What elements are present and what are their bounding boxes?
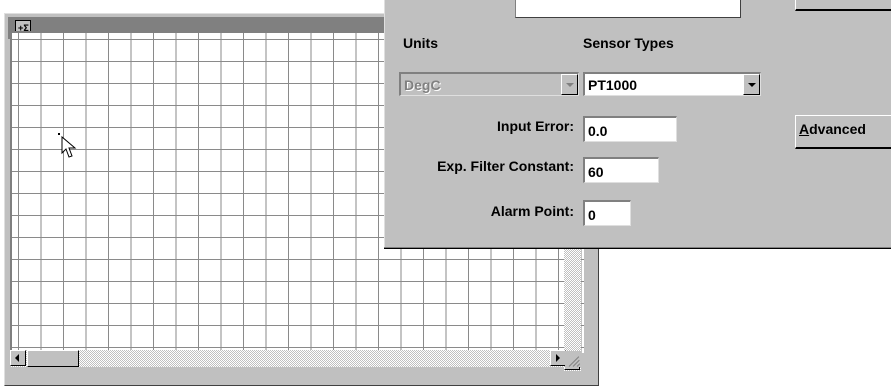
top-text-box bbox=[515, 0, 741, 18]
scroll-right-button[interactable] bbox=[550, 350, 566, 366]
units-select: DegC bbox=[399, 72, 579, 96]
chevron-right-icon bbox=[556, 354, 560, 362]
chevron-left-icon bbox=[15, 354, 19, 362]
advanced-button[interactable]: Advanced bbox=[795, 115, 891, 149]
units-label: Units bbox=[403, 35, 438, 51]
chevron-down-icon[interactable] bbox=[743, 74, 760, 95]
advanced-button-label: dvanced bbox=[809, 121, 866, 137]
input-error-label: Input Error: bbox=[497, 118, 574, 134]
alarm-point-field[interactable]: 0 bbox=[583, 200, 631, 226]
sensor-types-label: Sensor Types bbox=[583, 35, 674, 51]
sensor-type-select[interactable]: PT1000 bbox=[583, 72, 761, 96]
horizontal-scrollbar[interactable] bbox=[10, 350, 566, 367]
horizontal-scroll-thumb[interactable] bbox=[27, 350, 79, 367]
sensor-config-panel: Units Sensor Types DegC PT1000 Input Err… bbox=[384, 0, 891, 247]
filter-constant-label: Exp. Filter Constant: bbox=[437, 158, 574, 174]
chevron-down-icon bbox=[561, 74, 578, 95]
top-button-edge bbox=[795, 0, 891, 11]
alarm-point-label: Alarm Point: bbox=[490, 203, 574, 219]
scroll-left-button[interactable] bbox=[10, 350, 26, 366]
arrow-cursor-icon bbox=[58, 133, 77, 158]
filter-constant-field[interactable]: 60 bbox=[583, 157, 659, 183]
resize-grip-icon[interactable] bbox=[565, 351, 581, 367]
advanced-button-mnemonic: A bbox=[799, 121, 810, 137]
units-select-value: DegC bbox=[404, 77, 441, 93]
sensor-type-select-value: PT1000 bbox=[588, 77, 638, 93]
input-error-field[interactable]: 0.0 bbox=[583, 116, 677, 142]
